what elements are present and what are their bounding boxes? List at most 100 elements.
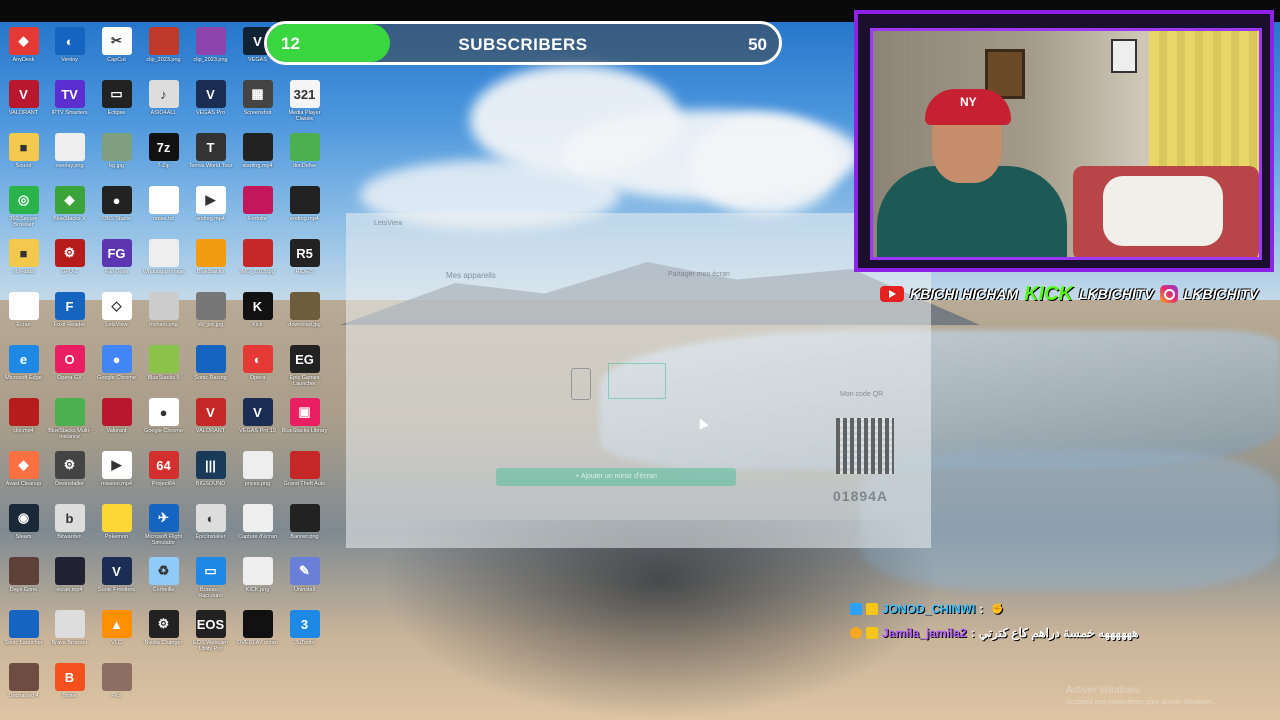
- desktop-icon[interactable]: ◉ Steam: [0, 504, 47, 546]
- desktop-icon[interactable]: V VEGAS Pro: [187, 80, 234, 122]
- desktop-icon[interactable]: notes.txt: [140, 186, 187, 228]
- desktop-icon[interactable]: download.jpg: [281, 292, 328, 334]
- desktop-icon[interactable]: KICK.png: [234, 557, 281, 599]
- desktop-icon[interactable]: clip_2023.png: [140, 27, 187, 69]
- desktop-icon[interactable]: vlc_pic.jpg: [187, 292, 234, 334]
- desktop-icon[interactable]: ✈ Microsoft Flight Simulator: [140, 504, 187, 546]
- desktop-icon[interactable]: Sonic Racing: [187, 345, 234, 387]
- desktop-icon[interactable]: FG Fall Guys: [93, 239, 140, 281]
- desktop-icon[interactable]: ending.mp4: [281, 186, 328, 228]
- desktop-icon[interactable]: Uncharted 4: [0, 663, 47, 705]
- desktop-icon[interactable]: 7z 7-Zip: [140, 133, 187, 175]
- desktop-icon[interactable]: V VALORANT: [0, 80, 47, 122]
- desktop-icon[interactable]: Sonic Launcher: [0, 610, 47, 652]
- desktop-icon[interactable]: bg.jpg: [93, 133, 140, 175]
- desktop-icon[interactable]: IMG_2023.jpg: [234, 239, 281, 281]
- desktop-icon[interactable]: K Kick: [234, 292, 281, 334]
- desktop-app-icon: T: [195, 133, 226, 161]
- desktop-icon[interactable]: ◇ LetsView: [93, 292, 140, 334]
- desktop-icon[interactable]: ◎ 360 Secure Browser: [0, 186, 47, 228]
- desktop-icon[interactable]: starting.mp4: [234, 133, 281, 175]
- desktop-icon-label: BlueStacks Library: [281, 428, 328, 434]
- desktop-icon-label: Project64: [151, 481, 176, 487]
- desktop-icon[interactable]: ||| BIGSOUND: [187, 451, 234, 493]
- desktop-icon[interactable]: hicham.png: [140, 292, 187, 334]
- desktop-icon-label: clip.mp4: [13, 428, 34, 434]
- desktop-icon[interactable]: ◐ Ventoy: [46, 27, 93, 69]
- desktop-icon[interactable]: EOS EOS Webcam Utility Pro: [187, 610, 234, 652]
- desktop-icon[interactable]: ▭ Bureau - Raccourci: [187, 557, 234, 599]
- desktop-icon[interactable]: V VALORANT: [187, 398, 234, 440]
- desktop-icon[interactable]: Pics: [93, 663, 140, 705]
- desktop-icon-label: Steam: [15, 534, 32, 540]
- desktop-icon[interactable]: ■ obs-data: [0, 239, 47, 281]
- desktop-icon[interactable]: O Opera GX: [46, 345, 93, 387]
- desktop-icon[interactable]: clip_2023.png: [187, 27, 234, 69]
- desktop-icon[interactable]: OVERLAY ecran: [234, 610, 281, 652]
- desktop-icon[interactable]: ◆ AnyDesk: [0, 27, 47, 69]
- desktop-app-icon: ▭: [195, 557, 226, 585]
- desktop-icon[interactable]: Banner.png: [281, 504, 328, 546]
- desktop-icon[interactable]: R5 RIDE 5: [281, 239, 328, 281]
- desktop-icon[interactable]: BlueStacks: [187, 239, 234, 281]
- desktop-icon[interactable]: ✎ Uninstall: [281, 557, 328, 599]
- add-mirror-button[interactable]: + Ajouter un miroir d'écran: [496, 468, 736, 486]
- desktop-icon[interactable]: F Foxit Reader: [46, 292, 93, 334]
- desktop-icon[interactable]: ▶ mission.mp4: [93, 451, 140, 493]
- desktop-icon[interactable]: Brave Browser: [46, 610, 93, 652]
- desktop-icon[interactable]: 3 3uTools: [281, 610, 328, 652]
- desktop-icon[interactable]: T Tennis World Tour: [187, 133, 234, 175]
- desktop-app-icon: ▲: [101, 610, 132, 638]
- desktop-icon-label: Bitwarden: [57, 534, 82, 540]
- desktop-icon[interactable]: ◆ BlueStacks X: [46, 186, 93, 228]
- share-screen-link[interactable]: Partager mon écran: [668, 271, 730, 278]
- desktop-icon[interactable]: ♪ ASIO4ALL: [140, 80, 187, 122]
- desktop-icon[interactable]: ■ Sound: [0, 133, 47, 175]
- desktop-icon[interactable]: BlueStacks 5: [140, 345, 187, 387]
- desktop-icon[interactable]: ◐ EpicInstaller: [187, 504, 234, 546]
- desktop-icon[interactable]: prices.png: [234, 451, 281, 493]
- desktop-icon[interactable]: ▣ BlueStacks Library: [281, 398, 328, 440]
- desktop-icon[interactable]: EG Epic Games Launcher: [281, 345, 328, 387]
- desktop-icon[interactable]: clip.mp4: [0, 398, 47, 440]
- desktop-icon[interactable]: BlueStacks Multi-Instance: [46, 398, 93, 440]
- desktop-icon[interactable]: ⚙ GPU-Z: [46, 239, 93, 281]
- tab-my-devices[interactable]: Mes appareils: [446, 271, 496, 280]
- desktop-app-icon: [8, 610, 39, 638]
- desktop-icon[interactable]: ◐ Opera: [234, 345, 281, 387]
- desktop-icon[interactable]: ▦ Screenshot: [234, 80, 281, 122]
- desktop-icon[interactable]: Capture d'écran: [234, 504, 281, 546]
- desktop-icon[interactable]: Whatsapp image: [140, 239, 187, 281]
- desktop-app-icon: [289, 504, 320, 532]
- desktop-icon[interactable]: ▭ Eclipse: [93, 80, 140, 122]
- desktop-icon[interactable]: ecran.mp4: [46, 557, 93, 599]
- desktop-icon[interactable]: ⚙ Desinstaller: [46, 451, 93, 493]
- desktop-icon[interactable]: ● Google Chrome: [93, 345, 140, 387]
- desktop-icon[interactable]: ⚙ Nvidia Changer: [140, 610, 187, 652]
- desktop-icon-label: Sound: [15, 163, 32, 169]
- desktop-icon[interactable]: Valorant: [93, 398, 140, 440]
- desktop-icon[interactable]: ● Google Chrome: [140, 398, 187, 440]
- desktop-icon[interactable]: Fortnite: [234, 186, 281, 228]
- desktop-icon[interactable]: V Sonic Frontiers: [93, 557, 140, 599]
- desktop-icon[interactable]: Pokemon: [93, 504, 140, 546]
- desktop-icon[interactable]: docDefse: [281, 133, 328, 175]
- desktop-icon[interactable]: ✂ CapCut: [93, 27, 140, 69]
- desktop-icon[interactable]: V VEGAS Pro 19: [234, 398, 281, 440]
- desktop-icon[interactable]: ▶ ending.mp4: [187, 186, 234, 228]
- desktop-icon[interactable]: ◆ Avast Cleanup: [0, 451, 47, 493]
- desktop-icon[interactable]: ▲ VLC: [93, 610, 140, 652]
- desktop-icon[interactable]: overlay.png: [46, 133, 93, 175]
- desktop-icon[interactable]: Ecran: [0, 292, 47, 334]
- desktop-icon[interactable]: B Brave: [46, 663, 93, 705]
- desktop-icon[interactable]: b Bitwarden: [46, 504, 93, 546]
- desktop-icon[interactable]: ♻ Corbeille: [140, 557, 187, 599]
- desktop-icon[interactable]: 64 Project64: [140, 451, 187, 493]
- desktop-icon[interactable]: ● OBS Studio: [93, 186, 140, 228]
- desktop-icon[interactable]: Grand Theft Auto: [281, 451, 328, 493]
- desktop-icon[interactable]: Days Gone: [0, 557, 47, 599]
- desktop-icon[interactable]: TV IPTV Smarters: [46, 80, 93, 122]
- desktop-icon-label: OVERLAY ecran: [237, 640, 278, 646]
- desktop-icon[interactable]: e Microsoft Edge: [0, 345, 47, 387]
- desktop-icon[interactable]: 321 Media Player Classic: [281, 80, 328, 122]
